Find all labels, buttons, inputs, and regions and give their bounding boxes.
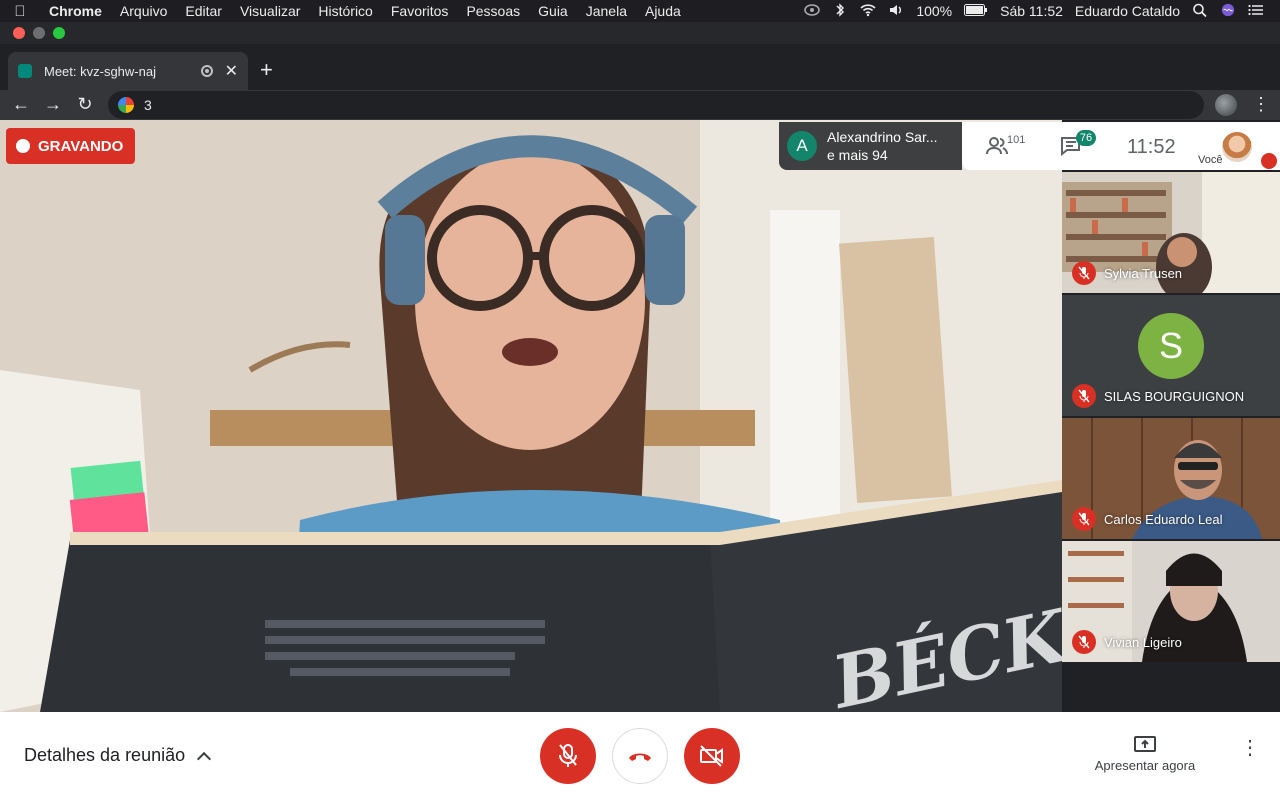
- address-bar[interactable]: 3: [108, 91, 1204, 119]
- people-count: 101: [1007, 134, 1026, 146]
- camera-off-icon: [700, 745, 723, 767]
- mic-off-icon: [1072, 261, 1096, 285]
- menu-favoritos[interactable]: Favoritos: [382, 3, 458, 19]
- menu-historico[interactable]: Histórico: [309, 3, 381, 19]
- creative-cloud-icon[interactable]: [798, 3, 826, 20]
- mic-off-icon: [1072, 630, 1096, 654]
- browser-toolbar: ← → ↻ 3 ⋮: [0, 90, 1280, 120]
- address-text: 3: [144, 97, 152, 113]
- participant-name: Carlos Eduardo Leal: [1104, 512, 1223, 527]
- call-controls: Detalhes da reunião Apresentar agora ⋮: [0, 712, 1280, 800]
- recording-badge: GRAVANDO: [6, 128, 136, 164]
- meet-favicon-icon: [18, 64, 32, 78]
- google-icon: [118, 97, 134, 113]
- menu-janela[interactable]: Janela: [577, 3, 636, 19]
- recording-label: GRAVANDO: [38, 137, 124, 155]
- chevron-up-icon: [197, 751, 212, 766]
- menu-guia[interactable]: Guia: [529, 3, 577, 19]
- participant-name: SILAS BOURGUIGNON: [1104, 389, 1245, 404]
- menu-app-chrome[interactable]: Chrome: [40, 3, 111, 19]
- volume-icon[interactable]: [882, 3, 910, 20]
- window-minimize-button[interactable]: [33, 27, 45, 39]
- mic-off-icon: [559, 744, 577, 767]
- present-screen-icon: [1134, 736, 1156, 752]
- back-arrow-icon[interactable]: ←: [10, 94, 32, 115]
- mic-off-icon: [1072, 507, 1096, 531]
- active-speaker-chip[interactable]: A Alexandrino Sar... e mais 94: [779, 122, 962, 170]
- speaker-name: Alexandrino Sar...: [827, 129, 938, 145]
- meeting-details-button[interactable]: Detalhes da reunião: [24, 745, 212, 766]
- forward-arrow-icon[interactable]: →: [42, 94, 64, 115]
- participant-tile[interactable]: S SILAS BOURGUIGNON: [1062, 295, 1280, 416]
- microphone-toggle-button[interactable]: [540, 728, 596, 784]
- battery-icon[interactable]: [958, 3, 994, 19]
- tab-title: Meet: kvz-sghw-naj: [44, 63, 156, 79]
- speaker-avatar: A: [787, 131, 817, 161]
- menu-editar[interactable]: Editar: [176, 3, 231, 19]
- speaker-more: e mais 94: [827, 147, 888, 163]
- reload-icon[interactable]: ↻: [74, 94, 96, 115]
- meeting-clock: 11:52: [1127, 136, 1176, 158]
- participant-tiles: Sylvia Trusen S SILAS BOURGUIGNON Carlos…: [1062, 170, 1280, 712]
- meeting-details-label: Detalhes da reunião: [24, 745, 186, 765]
- self-avatar[interactable]: [1222, 132, 1252, 162]
- participant-name: Vivian Ligeiro: [1104, 635, 1182, 650]
- participant-tile[interactable]: Carlos Eduardo Leal: [1062, 418, 1280, 539]
- menu-pessoas[interactable]: Pessoas: [457, 3, 529, 19]
- mic-off-icon: [1072, 384, 1096, 408]
- menu-arquivo[interactable]: Arquivo: [111, 3, 176, 19]
- notification-center-icon[interactable]: [1242, 3, 1270, 20]
- speaker-video-frame: BÉCKETT: [0, 120, 1062, 712]
- people-icon[interactable]: [986, 136, 1008, 161]
- battery-percent[interactable]: 100%: [910, 3, 958, 19]
- participant-tile[interactable]: Vivian Ligeiro: [1062, 541, 1280, 662]
- hang-up-icon: [629, 753, 651, 761]
- leave-call-button[interactable]: [612, 728, 668, 784]
- self-label: Você: [1198, 154, 1223, 166]
- recording-dot-icon: [16, 139, 30, 153]
- tab-strip: Meet: kvz-sghw-naj ✕ +: [0, 44, 1280, 90]
- window-titlebar: [0, 22, 1280, 44]
- self-mic-off-icon: [1261, 153, 1277, 169]
- participant-tile[interactable]: Sylvia Trusen: [1062, 172, 1280, 293]
- wifi-icon[interactable]: [854, 3, 882, 20]
- menu-ajuda[interactable]: Ajuda: [636, 3, 690, 19]
- menu-visualizar[interactable]: Visualizar: [231, 3, 309, 19]
- new-tab-button[interactable]: +: [260, 57, 273, 83]
- apple-menu-icon[interactable]: : [0, 3, 40, 20]
- menubar-user[interactable]: Eduardo Cataldo: [1069, 3, 1186, 19]
- window-zoom-button[interactable]: [53, 27, 65, 39]
- window-close-button[interactable]: [13, 27, 25, 39]
- participant-name: Sylvia Trusen: [1104, 266, 1183, 281]
- profile-avatar[interactable]: [1215, 94, 1237, 116]
- tab-meet[interactable]: Meet: kvz-sghw-naj ✕: [8, 52, 248, 90]
- bluetooth-icon[interactable]: [826, 2, 854, 20]
- present-now-label: Apresentar agora: [1094, 758, 1196, 773]
- present-now-button[interactable]: Apresentar agora: [1092, 736, 1198, 773]
- participant-avatar: S: [1138, 313, 1204, 379]
- chat-badge: 76: [1076, 130, 1096, 146]
- siri-icon[interactable]: [1214, 3, 1242, 20]
- meeting-info-bar: 101 76 11:52 Você: [962, 122, 1280, 170]
- menubar-datetime[interactable]: Sáb 11:52: [994, 3, 1069, 19]
- more-options-icon[interactable]: ⋮: [1240, 738, 1260, 758]
- chrome-menu-icon[interactable]: ⋮: [1252, 94, 1270, 115]
- tab-close-icon[interactable]: ✕: [225, 61, 238, 81]
- spotlight-search-icon[interactable]: [1186, 3, 1214, 20]
- camera-toggle-button[interactable]: [684, 728, 740, 784]
- tab-recording-icon: [200, 65, 213, 77]
- macos-menu-bar:  Chrome Arquivo Editar Visualizar Histó…: [0, 0, 1280, 22]
- main-video: BÉCKETT: [0, 120, 1062, 712]
